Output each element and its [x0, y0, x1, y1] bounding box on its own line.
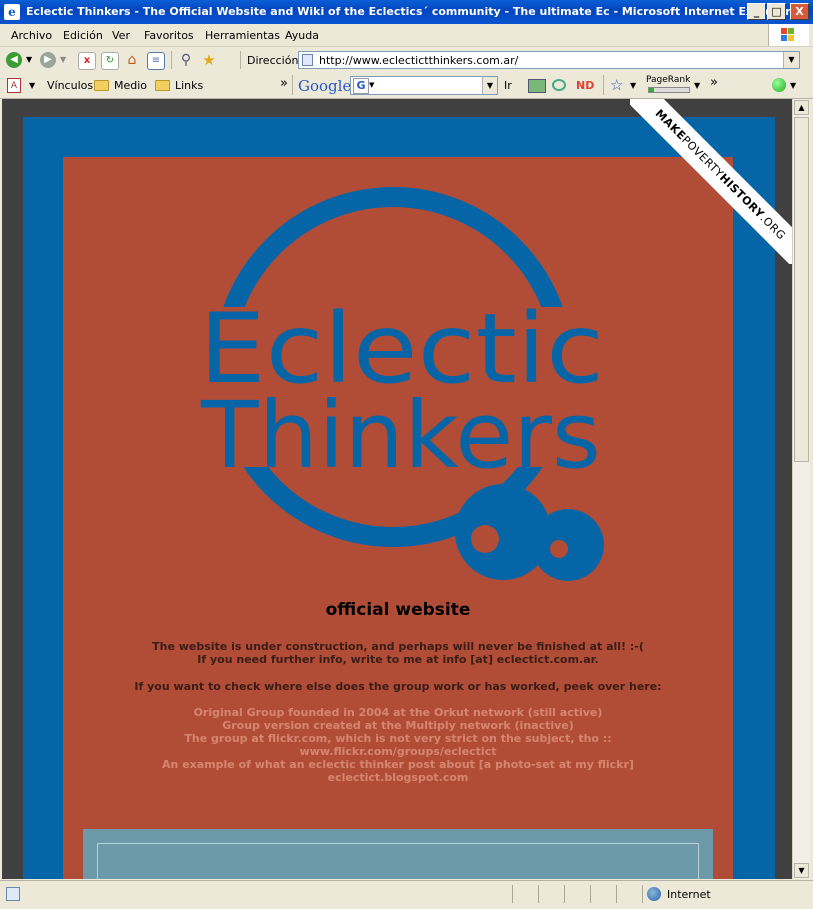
zone-label: Internet [667, 888, 711, 901]
logo-text-thinkers: Thinkers [200, 382, 601, 489]
favorites-star-icon[interactable]: ★ [201, 52, 217, 68]
bookmark-star-icon[interactable]: ☆ [610, 76, 623, 94]
close-button[interactable]: X [790, 3, 809, 20]
menu-favoritos[interactable]: Favoritos [144, 29, 194, 42]
link-flickr-desc[interactable]: The group at flickr.com, which is not ve… [63, 732, 733, 745]
toolbar-divider [240, 51, 241, 69]
folder-icon [155, 80, 170, 91]
google-search-input[interactable]: G ▼ ▼ [350, 76, 498, 95]
minimize-button[interactable]: _ [747, 3, 766, 20]
media-icon[interactable]: ≡ [147, 52, 165, 70]
links-label: Vínculos [47, 79, 94, 92]
forward-icon[interactable]: ▶ [40, 52, 56, 68]
image-icon[interactable] [528, 79, 546, 93]
ribbon-org: .ORG [757, 211, 789, 243]
link-medio[interactable]: Medio [114, 79, 147, 92]
windows-logo-icon [768, 24, 809, 46]
address-url[interactable]: http://www.eclectictthinkers.com.ar/ [319, 54, 518, 67]
stop-icon[interactable]: x [78, 52, 96, 70]
pagerank-dropdown-icon[interactable]: ▼ [694, 81, 700, 90]
links-chevron-right[interactable]: » [710, 75, 718, 90]
google-g-icon: G [353, 78, 369, 94]
status-divider [642, 885, 643, 903]
scroll-up-icon[interactable]: ▲ [794, 100, 809, 115]
menu-ver[interactable]: Ver [112, 29, 130, 42]
scroll-down-icon[interactable]: ▼ [794, 863, 809, 878]
peek-line: If you want to check where else does the… [134, 680, 662, 693]
address-dropdown-icon[interactable]: ▼ [783, 52, 799, 68]
vertical-scrollbar[interactable]: ▲ ▼ [792, 99, 810, 879]
toolbar: ◀ ▼ ▶ ▼ x ↻ ⌂ ≡ ⚲ ★ Dirección http://www… [0, 47, 813, 74]
pagerank-bar [648, 87, 690, 93]
content-panel: Eclectic Thinkers official website The w… [63, 157, 733, 879]
link-links[interactable]: Links [175, 79, 203, 92]
status-divider [590, 885, 591, 903]
menu-herramientas[interactable]: Herramientas [205, 29, 280, 42]
menu-bar: Archivo Edición Ver Favoritos Herramient… [0, 24, 813, 47]
google-dropdown-icon[interactable]: ▼ [482, 77, 497, 94]
page-status-icon [6, 887, 20, 901]
address-label: Dirección [247, 54, 299, 67]
intro-line: If you need further info, write to me at… [197, 653, 599, 666]
refresh-icon[interactable]: ↻ [101, 52, 119, 70]
window-title: Eclectic Thinkers - The Official Website… [26, 5, 791, 18]
links-bar: A ▼ Vínculos Medio Links » Google G ▼ ▼ … [0, 73, 813, 99]
toolbar-divider [171, 51, 172, 69]
ribbon-band[interactable]: MAKEPOVERTYHISTORY.ORG [630, 99, 795, 264]
title-bar: e Eclectic Thinkers - The Official Websi… [0, 0, 813, 24]
back-dropdown-icon[interactable]: ▼ [26, 55, 32, 64]
toolbar-divider [292, 75, 293, 95]
orb-dropdown-icon[interactable]: ▼ [790, 81, 796, 90]
link-blog[interactable]: eclectict.blogspot.com [63, 771, 733, 784]
folder-icon [94, 80, 109, 91]
page-heading: official website [325, 600, 471, 620]
ribbon-poverty: POVERTY [679, 133, 727, 181]
link-flickr-url[interactable]: www.flickr.com/groups/eclectict [63, 745, 733, 758]
address-input[interactable]: http://www.eclectictthinkers.com.ar/ ▼ [298, 51, 800, 69]
menu-archivo[interactable]: Archivo [11, 29, 52, 42]
status-orb-icon[interactable] [772, 78, 786, 92]
pdf-icon[interactable]: A [7, 78, 21, 93]
status-divider [564, 885, 565, 903]
teal-panel [83, 829, 713, 879]
status-divider [538, 885, 539, 903]
page-icon [302, 54, 313, 66]
home-icon[interactable]: ⌂ [124, 52, 140, 68]
ribbon-history: HISTORY [716, 171, 767, 221]
teal-inner-frame [97, 843, 699, 879]
nd-button[interactable]: ND [576, 79, 594, 92]
status-divider [616, 885, 617, 903]
link-orkut[interactable]: Original Group founded in 2004 at the Or… [63, 706, 733, 719]
intro-line: The website is under construction, and p… [152, 640, 644, 653]
go-button[interactable]: Ir [504, 79, 512, 92]
status-divider [512, 885, 513, 903]
toolbar-divider [603, 75, 604, 95]
google-g-dropdown-icon[interactable]: ▼ [369, 81, 374, 89]
google-logo: Google [298, 77, 352, 95]
scroll-thumb[interactable] [794, 117, 809, 462]
menu-ayuda[interactable]: Ayuda [285, 29, 319, 42]
forward-dropdown-icon[interactable]: ▼ [60, 55, 66, 64]
eclectic-thinkers-logo: Eclectic Thinkers [173, 177, 623, 590]
make-poverty-history-ribbon[interactable]: MAKEPOVERTYHISTORY.ORG [630, 99, 795, 264]
search-icon[interactable]: ⚲ [178, 52, 194, 68]
menu-edicion[interactable]: Edición [63, 29, 103, 42]
pagerank-label: PageRank [646, 75, 691, 85]
ie-icon[interactable]: e [4, 4, 20, 20]
bookmark-dropdown-icon[interactable]: ▼ [630, 81, 636, 90]
links-chevron[interactable]: » [280, 76, 288, 91]
link-photo-set[interactable]: An example of what an eclectic thinker p… [63, 758, 733, 771]
pdf-dropdown-icon[interactable]: ▼ [29, 81, 35, 90]
status-bar: Internet [0, 880, 813, 909]
highlight-icon[interactable] [552, 79, 566, 91]
maximize-button[interactable]: □ [767, 3, 786, 20]
back-icon[interactable]: ◀ [6, 52, 22, 68]
link-multiply[interactable]: Group version created at the Multiply ne… [63, 719, 733, 732]
globe-icon [647, 887, 661, 901]
